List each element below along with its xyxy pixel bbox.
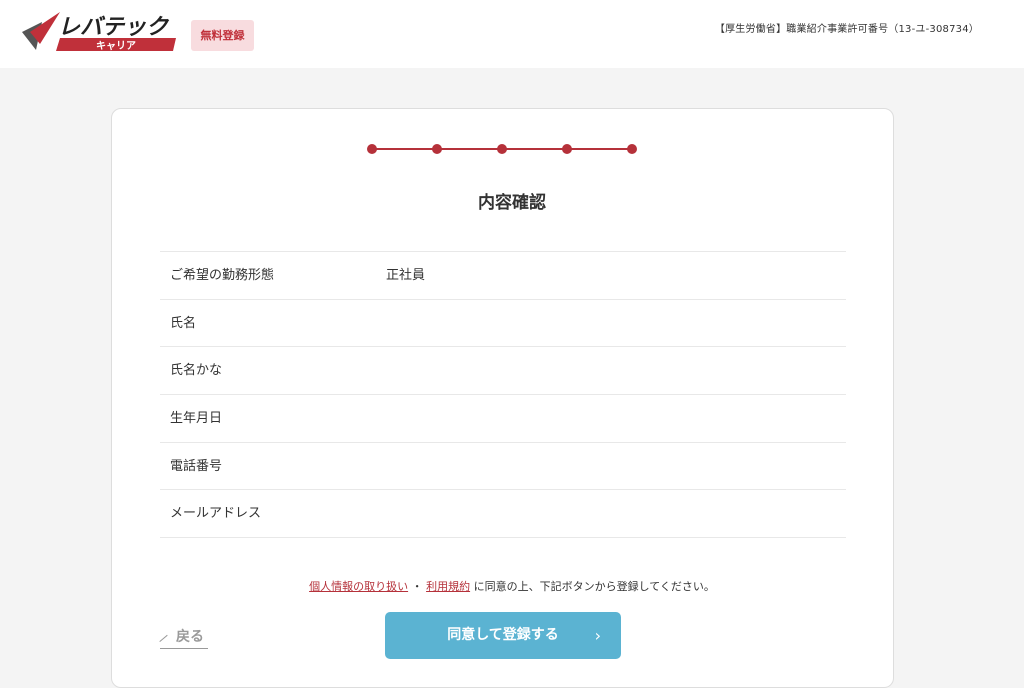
consent-separator: ・ [411, 580, 423, 593]
step-dot-4 [562, 144, 572, 154]
confirm-table: ご希望の勤務形態 正社員 氏名 氏名かな 生年月日 電話番号 メールアドレス [160, 251, 846, 539]
free-registration-badge: 無料登録 [191, 20, 254, 51]
table-row: メールアドレス [160, 490, 846, 539]
terms-link[interactable]: 利用規約 [426, 580, 470, 593]
logo-main-text: レバテック [58, 15, 170, 40]
progress-stepper [366, 143, 638, 155]
back-button[interactable]: 戻る [159, 624, 208, 650]
back-label: 戻る [176, 629, 204, 645]
row-label: 氏名かな [170, 363, 223, 379]
step-dot-5 [627, 144, 637, 154]
row-label: 電話番号 [170, 458, 223, 474]
row-label: ご希望の勤務形態 [170, 268, 275, 283]
logo-mark-icon: レバテック キャリア [22, 12, 176, 52]
agree-register-button[interactable]: 同意して登録する › [385, 612, 621, 659]
back-arrow-icon [159, 634, 168, 642]
table-row: 生年月日 [160, 395, 846, 443]
step-dot-2 [432, 144, 442, 154]
consent-text: 個人情報の取り扱い ・ 利用規約 に同意の上、下記ボタンから登録してください。 [0, 578, 1024, 594]
row-label: メールアドレス [170, 506, 262, 522]
table-row: 氏名かな [160, 347, 846, 396]
submit-label: 同意して登録する [447, 627, 559, 643]
privacy-policy-link[interactable]: 個人情報の取り扱い [309, 580, 408, 593]
table-row: 氏名 [160, 300, 846, 348]
row-label: 氏名 [170, 315, 197, 331]
table-row: 電話番号 [160, 443, 846, 491]
consent-message: に同意の上、下記ボタンから登録してください。 [473, 580, 715, 593]
step-dot-1 [367, 144, 377, 154]
row-label: 生年月日 [170, 411, 223, 427]
chevron-right-icon: › [594, 626, 601, 645]
page-title: 内容確認 [478, 193, 546, 213]
back-underline [160, 648, 208, 649]
row-value: 正社員 [386, 268, 426, 283]
license-number: 【厚生労働省】職業紹介事業許可番号（13-ユ-308734） [714, 24, 979, 35]
step-dot-3 [497, 144, 507, 154]
logo-sub-text: キャリア [96, 40, 136, 52]
site-header: レバテック キャリア 無料登録 【厚生労働省】職業紹介事業許可番号（13-ユ-3… [0, 0, 1024, 68]
brand-logo[interactable]: レバテック キャリア [20, 10, 178, 54]
table-row: ご希望の勤務形態 正社員 [160, 252, 846, 300]
